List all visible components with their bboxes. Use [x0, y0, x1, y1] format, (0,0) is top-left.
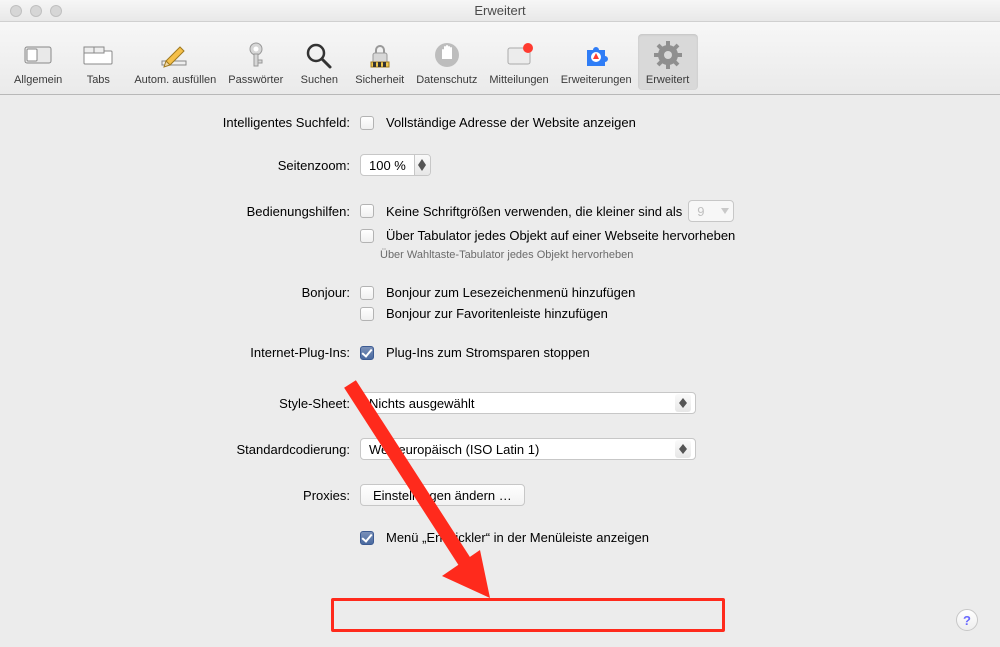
window-title: Erweitert [0, 3, 1000, 18]
tab-label: Sicherheit [355, 74, 404, 86]
show-develop-menu-text: Menü „Entwickler“ in der Menüleiste anze… [386, 530, 649, 545]
tab-search[interactable]: Suchen [289, 34, 349, 90]
stylesheet-value: Nichts ausgewählt [369, 396, 475, 411]
tab-autofill[interactable]: Autom. ausfüllen [128, 34, 222, 90]
stop-plugins-checkbox[interactable] [360, 346, 374, 360]
bonjour-favorites-text: Bonjour zur Favoritenleiste hinzufügen [386, 306, 608, 321]
stepper-arrows-icon[interactable] [414, 155, 430, 175]
page-zoom-label: Seitenzoom: [40, 158, 360, 173]
bonjour-bookmarks-text: Bonjour zum Lesezeichenmenü hinzufügen [386, 285, 635, 300]
min-font-size-value: 9 [697, 204, 704, 219]
bonjour-bookmarks-checkbox[interactable] [360, 286, 374, 300]
tab-advanced[interactable]: Erweitert [638, 34, 698, 90]
tab-label: Erweitert [646, 74, 689, 86]
magnifier-icon [302, 38, 336, 72]
close-window-icon[interactable] [10, 5, 22, 17]
annotation-highlight-box [331, 598, 725, 632]
tab-security[interactable]: Sicherheit [349, 34, 410, 90]
show-develop-menu-checkbox[interactable] [360, 531, 374, 545]
tab-label: Autom. ausfüllen [134, 74, 216, 86]
bonjour-label: Bonjour: [40, 285, 360, 300]
tab-extensions[interactable]: Erweiterungen [555, 34, 638, 90]
tab-label: Erweiterungen [561, 74, 632, 86]
prefs-toolbar: Allgemein Tabs Autom. ausfüllen Passwört… [0, 22, 1000, 95]
lock-icon [363, 38, 397, 72]
tab-allgemein[interactable]: Allgemein [8, 34, 68, 90]
help-icon: ? [963, 613, 971, 628]
chevron-down-icon [721, 208, 729, 214]
tab-notifications[interactable]: Mitteilungen [483, 34, 554, 90]
puzzle-icon [579, 38, 613, 72]
show-full-url-checkbox[interactable] [360, 116, 374, 130]
preferences-window: Erweitert Allgemein Tabs Autom. ausfülle… [0, 0, 1000, 647]
encoding-label: Standardcodierung: [40, 442, 360, 457]
change-proxy-settings-button[interactable]: Einstellungen ändern … [360, 484, 525, 506]
notification-icon [502, 38, 536, 72]
plugins-label: Internet-Plug-Ins: [40, 345, 360, 360]
page-zoom-stepper[interactable]: 100 % [360, 154, 431, 176]
stylesheet-label: Style-Sheet: [40, 396, 360, 411]
smart-search-label: Intelligentes Suchfeld: [40, 115, 360, 130]
proxy-button-label: Einstellungen ändern … [373, 488, 512, 503]
help-button[interactable]: ? [956, 609, 978, 631]
key-icon [239, 38, 273, 72]
tab-passwords[interactable]: Passwörter [222, 34, 289, 90]
switch-icon [21, 38, 55, 72]
zoom-window-icon[interactable] [50, 5, 62, 17]
tab-highlights-text: Über Tabulator jedes Objekt auf einer We… [386, 228, 735, 243]
tab-label: Passwörter [228, 74, 283, 86]
minimize-window-icon[interactable] [30, 5, 42, 17]
accessibility-label: Bedienungshilfen: [40, 204, 360, 219]
min-font-size-text: Keine Schriftgrößen verwenden, die klein… [386, 204, 682, 219]
advanced-pane: Intelligentes Suchfeld: Vollständige Adr… [0, 95, 1000, 571]
tab-label: Tabs [87, 74, 110, 86]
titlebar: Erweitert [0, 0, 1000, 22]
tabs-icon [81, 38, 115, 72]
tab-label: Suchen [301, 74, 338, 86]
tab-label: Datenschutz [416, 74, 477, 86]
tab-label: Allgemein [14, 74, 62, 86]
encoding-value: Westeuropäisch (ISO Latin 1) [369, 442, 539, 457]
bonjour-favorites-checkbox[interactable] [360, 307, 374, 321]
stop-plugins-text: Plug-Ins zum Stromsparen stoppen [386, 345, 590, 360]
proxies-label: Proxies: [40, 488, 360, 503]
tab-tabs[interactable]: Tabs [68, 34, 128, 90]
select-arrows-icon [675, 394, 691, 412]
tab-privacy[interactable]: Datenschutz [410, 34, 483, 90]
stylesheet-select[interactable]: Nichts ausgewählt [360, 392, 696, 414]
select-arrows-icon [675, 440, 691, 458]
gear-icon [651, 38, 685, 72]
min-font-size-checkbox[interactable] [360, 204, 374, 218]
page-zoom-value: 100 % [361, 158, 414, 173]
window-controls [0, 5, 62, 17]
hand-icon [430, 38, 464, 72]
min-font-size-select[interactable]: 9 [688, 200, 734, 222]
show-full-url-text: Vollständige Adresse der Website anzeige… [386, 115, 636, 130]
option-tab-note: Über Wahltaste-Tabulator jedes Objekt he… [380, 249, 633, 261]
tab-label: Mitteilungen [489, 74, 548, 86]
pencil-icon [158, 38, 192, 72]
encoding-select[interactable]: Westeuropäisch (ISO Latin 1) [360, 438, 696, 460]
tab-highlights-checkbox[interactable] [360, 229, 374, 243]
